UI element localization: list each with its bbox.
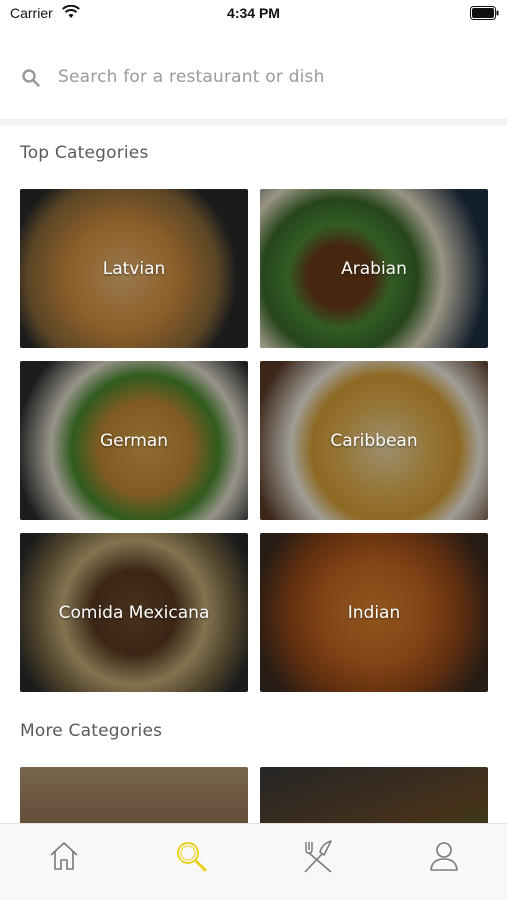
top-categories-title: Top Categories <box>20 143 149 163</box>
category-label: Latvian <box>102 258 166 279</box>
search-icon <box>22 69 40 87</box>
search-bar <box>0 34 507 120</box>
category-label: Caribbean <box>330 430 418 451</box>
status-bar: Carrier 4:34 PM <box>0 0 507 30</box>
battery-icon <box>470 6 499 20</box>
tab-search[interactable] <box>171 836 211 876</box>
search-input[interactable] <box>58 60 488 94</box>
category-label: Comida Mexicana <box>58 602 210 623</box>
category-tile-latvian[interactable]: Latvian <box>20 189 248 348</box>
category-tile-comida-mexicana[interactable]: Comida Mexicana <box>20 533 248 692</box>
section-divider <box>0 120 507 126</box>
category-tile-german[interactable]: German <box>20 361 248 520</box>
category-tile-indian[interactable]: Indian <box>260 533 488 692</box>
fork-knife-icon <box>304 840 332 873</box>
tab-bar <box>0 823 507 900</box>
home-icon <box>50 842 78 870</box>
category-label: German <box>99 430 169 451</box>
category-label: Indian <box>347 602 401 623</box>
clock: 4:34 PM <box>227 5 280 21</box>
tab-home[interactable] <box>44 836 84 876</box>
tab-profile[interactable] <box>424 836 464 876</box>
category-tile-arabian[interactable]: Arabian <box>260 189 488 348</box>
profile-icon <box>430 842 458 871</box>
category-label: Arabian <box>341 258 407 279</box>
category-tile-caribbean[interactable]: Caribbean <box>260 361 488 520</box>
more-categories-title: More Categories <box>20 721 163 741</box>
search-icon <box>177 842 207 872</box>
tab-restaurants[interactable] <box>298 836 338 876</box>
